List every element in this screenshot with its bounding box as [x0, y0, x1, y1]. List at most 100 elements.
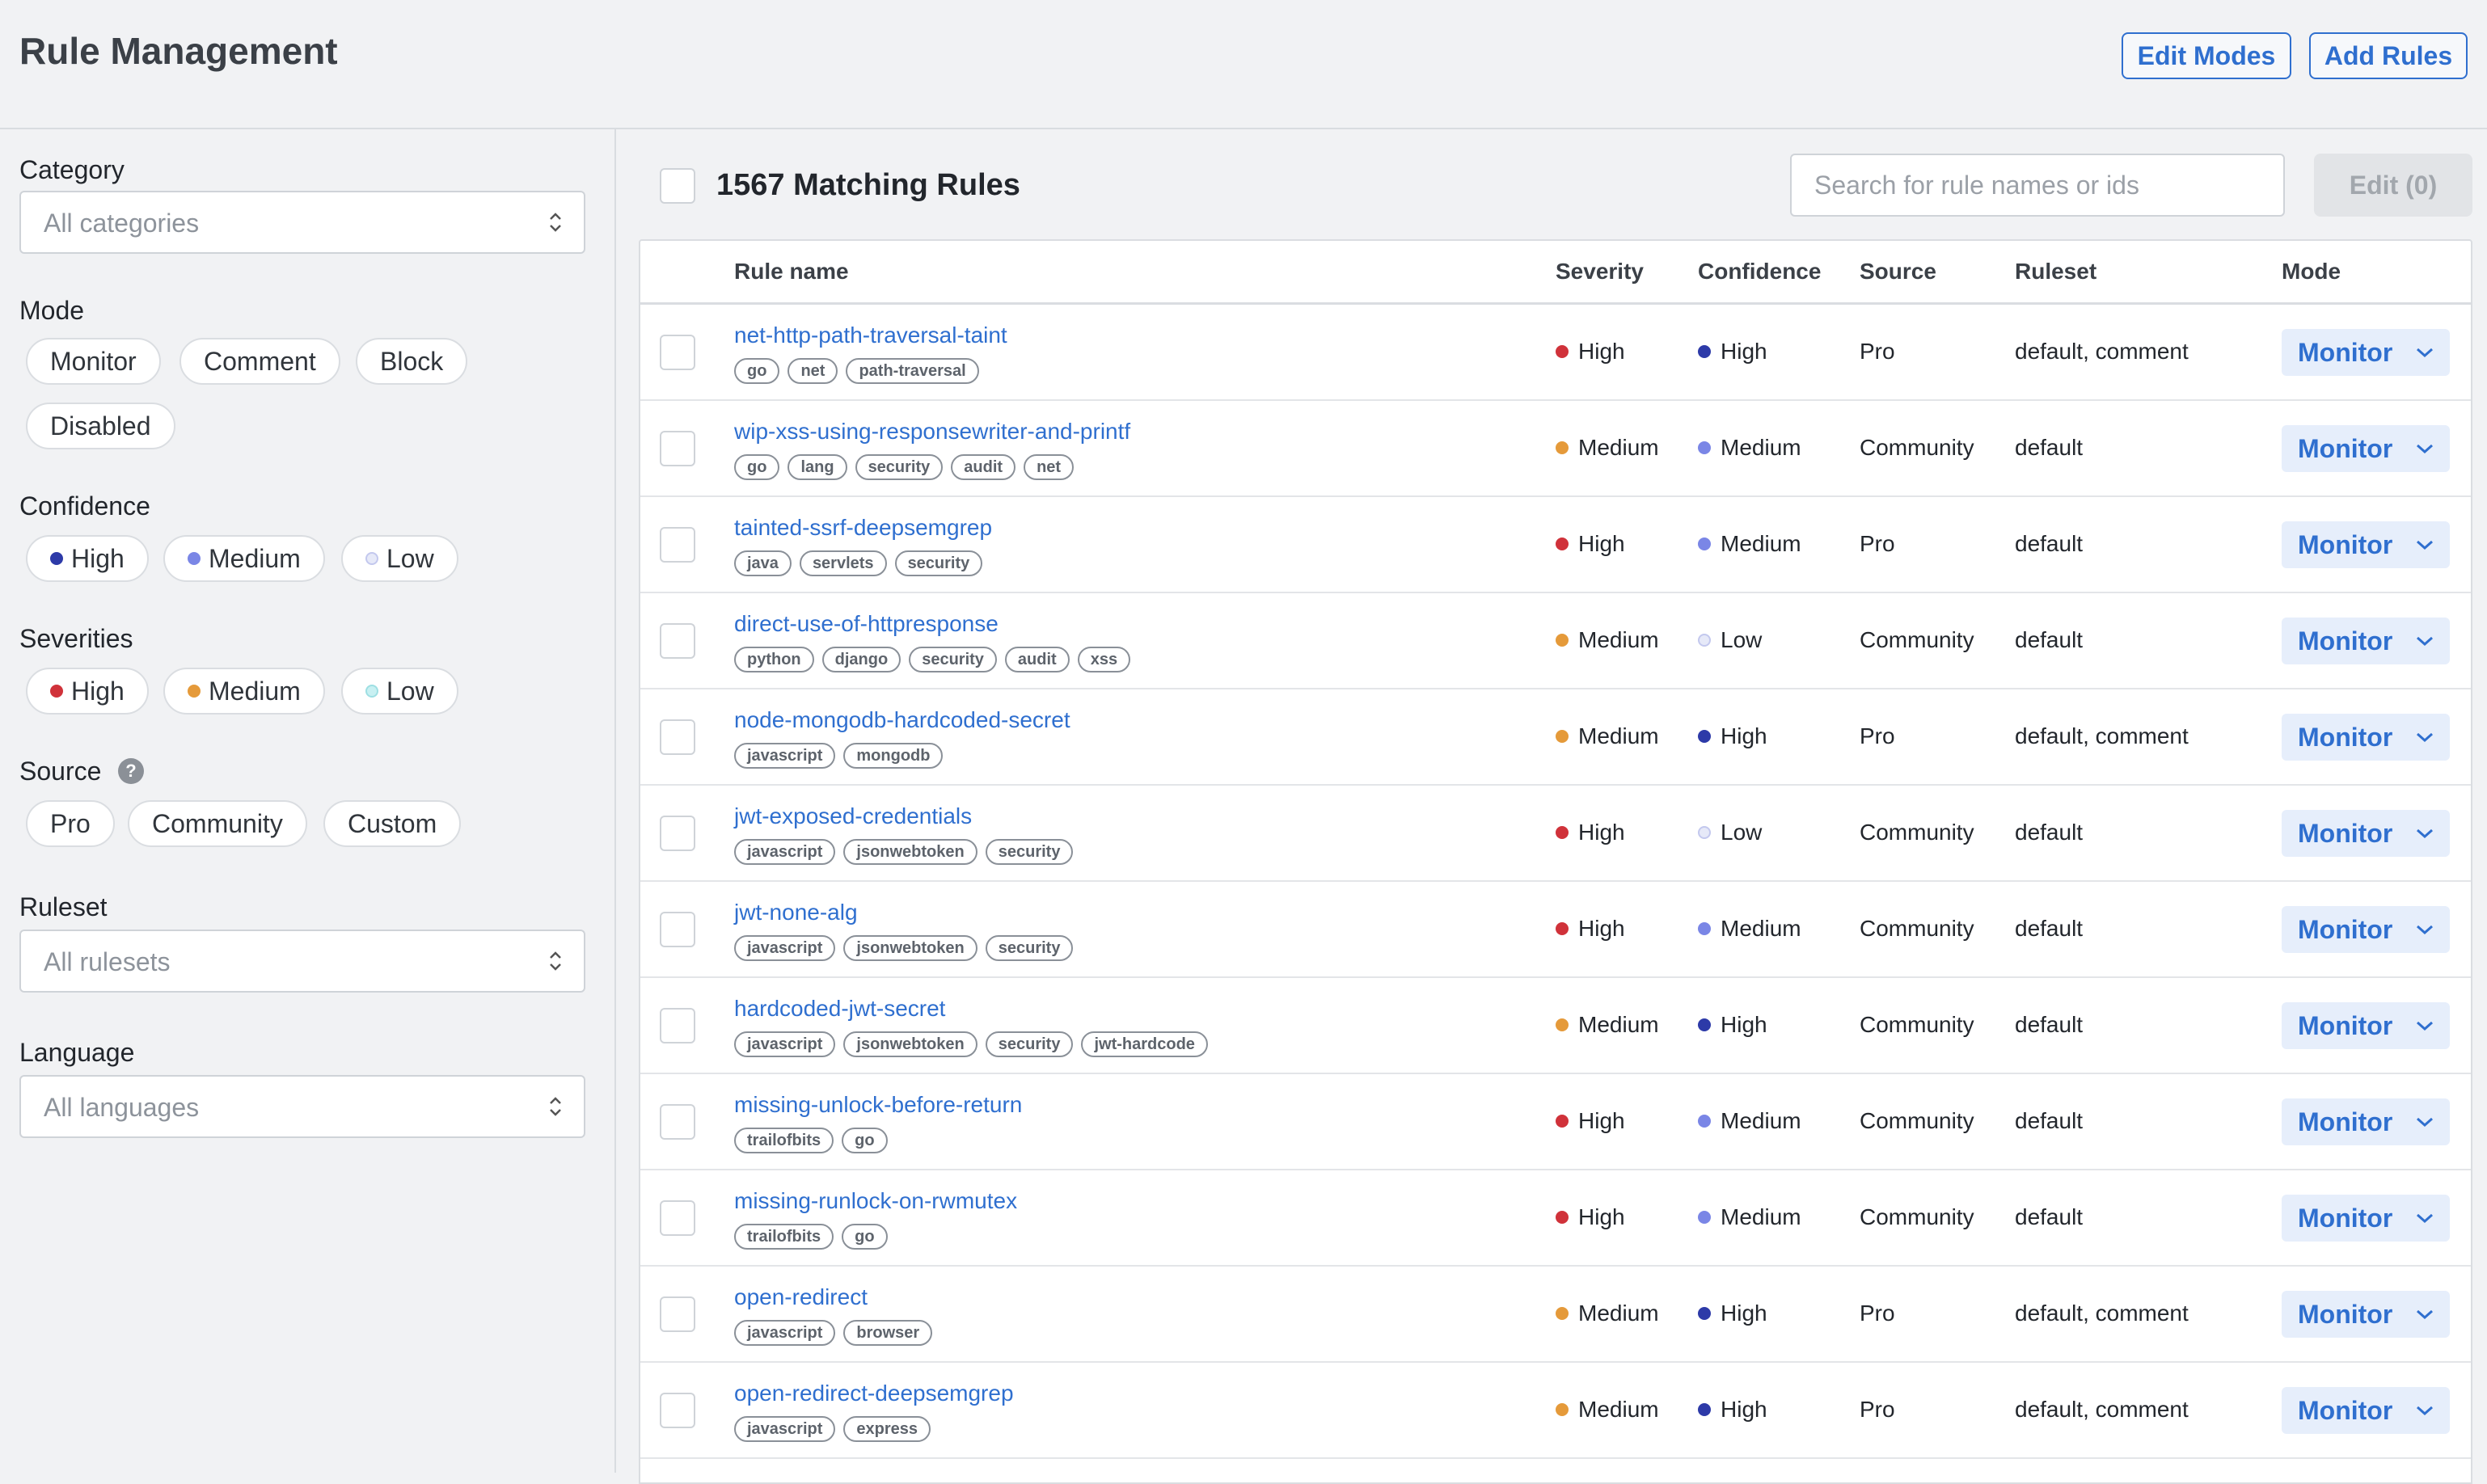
confidence-filter-high[interactable]: High: [26, 535, 149, 582]
mode-dropdown[interactable]: Monitor: [2282, 1195, 2450, 1242]
mode-dropdown[interactable]: Monitor: [2282, 618, 2450, 664]
rule-name-link[interactable]: missing-unlock-before-return: [734, 1092, 1022, 1118]
rule-name-link[interactable]: jwt-none-alg: [734, 900, 858, 925]
mode-filter-block[interactable]: Block: [356, 338, 468, 385]
severity-filter-medium[interactable]: Medium: [163, 668, 325, 715]
severity-filter-high[interactable]: High: [26, 668, 149, 715]
confidence-filter-low[interactable]: Low: [341, 535, 458, 582]
rule-name-link[interactable]: node-mongodb-hardcoded-secret: [734, 707, 1070, 733]
source-filter-custom[interactable]: Custom: [323, 800, 462, 847]
severity-value: Medium: [1578, 1012, 1659, 1037]
column-header-mode[interactable]: Mode: [2282, 259, 2341, 285]
severity-dot-icon: [1556, 730, 1569, 743]
tag: python: [734, 647, 814, 672]
rule-name-link[interactable]: open-redirect: [734, 1284, 868, 1310]
confidence-dot-icon: [1698, 826, 1711, 839]
mode-dropdown[interactable]: Monitor: [2282, 1002, 2450, 1049]
row-checkbox[interactable]: [660, 912, 695, 947]
rule-name-link[interactable]: wip-xss-using-responsewriter-and-printf: [734, 419, 1130, 445]
confidence-cell: Medium: [1698, 916, 1801, 942]
row-checkbox[interactable]: [660, 816, 695, 851]
row-checkbox[interactable]: [660, 1104, 695, 1140]
severity-cell: Medium: [1556, 723, 1659, 749]
select-all-checkbox[interactable]: [660, 168, 695, 204]
ruleset-value: default: [2015, 435, 2084, 460]
mode-dropdown[interactable]: Monitor: [2282, 810, 2450, 857]
mode-dropdown[interactable]: Monitor: [2282, 329, 2450, 376]
mode-dropdown[interactable]: Monitor: [2282, 521, 2450, 568]
column-header-source[interactable]: Source: [1860, 259, 1936, 285]
row-checkbox[interactable]: [660, 335, 695, 370]
category-select[interactable]: All categories: [19, 191, 585, 254]
row-checkbox[interactable]: [660, 1393, 695, 1428]
mode-dropdown[interactable]: Monitor: [2282, 425, 2450, 472]
severity-dot-icon: [1556, 1211, 1569, 1224]
sort-arrows-icon: [550, 1097, 561, 1116]
edit-button[interactable]: Edit (0): [2314, 154, 2472, 217]
mode-dropdown[interactable]: Monitor: [2282, 1387, 2450, 1434]
mode-filter-comment[interactable]: Comment: [179, 338, 340, 385]
confidence-dot-icon: [1698, 1211, 1711, 1224]
severity-dot-icon: [1556, 922, 1569, 935]
table-row: jwt-none-alg javascript jsonwebtoken secur…: [640, 882, 2471, 978]
chevron-down-icon: [2417, 828, 2433, 839]
confidence-dot-icon: [1698, 538, 1711, 550]
source-value: Community: [1860, 1012, 1974, 1037]
confidence-cell: Medium: [1698, 1204, 1801, 1230]
mode-dropdown[interactable]: Monitor: [2282, 1098, 2450, 1145]
rule-name-link[interactable]: direct-use-of-httpresponse: [734, 611, 999, 637]
rule-name-link[interactable]: tainted-ssrf-deepsemgrep: [734, 515, 992, 541]
chevron-down-icon: [2417, 1021, 2433, 1031]
mode-value: Monitor: [2298, 1010, 2393, 1040]
mode-dropdown[interactable]: Monitor: [2282, 906, 2450, 953]
rule-name-link[interactable]: open-redirect-deepsemgrep: [734, 1381, 1014, 1406]
table-row: net-http-path-traversal-taint go net path-…: [640, 305, 2471, 401]
rule-name-link[interactable]: missing-runlock-on-rwmutex: [734, 1188, 1017, 1214]
column-header-confidence[interactable]: Confidence: [1698, 259, 1821, 285]
tag: javascript: [734, 1031, 836, 1057]
confidence-value: Medium: [1721, 1108, 1801, 1133]
rule-name-link[interactable]: hardcoded-jwt-secret: [734, 996, 945, 1022]
ruleset-select[interactable]: All rulesets: [19, 930, 585, 993]
rule-tags: java servlets security: [734, 550, 983, 576]
rule-name-link[interactable]: net-http-path-traversal-taint: [734, 323, 1007, 348]
tag: security: [985, 1031, 1074, 1057]
severity-cell: Medium: [1556, 627, 1659, 653]
add-rules-button[interactable]: Add Rules: [2309, 32, 2468, 79]
mode-filter-disabled[interactable]: Disabled: [26, 403, 175, 449]
confidence-value: High: [1721, 1397, 1767, 1422]
table-row: open-redirect-deepsemgrep javascript expr…: [640, 1363, 2471, 1459]
severity-filter-label: High: [71, 676, 125, 706]
column-header-rule-name[interactable]: Rule name: [734, 259, 849, 285]
row-checkbox[interactable]: [660, 719, 695, 755]
rule-name-link[interactable]: jwt-exposed-credentials: [734, 803, 972, 829]
column-header-ruleset[interactable]: Ruleset: [2015, 259, 2096, 285]
table-row: node-mongodb-hardcoded-secret javascript…: [640, 689, 2471, 786]
row-checkbox[interactable]: [660, 1200, 695, 1236]
tag: path-traversal: [846, 358, 979, 384]
language-select[interactable]: All languages: [19, 1075, 585, 1138]
chevron-down-icon: [2417, 444, 2433, 454]
confidence-filter-medium[interactable]: Medium: [163, 535, 325, 582]
row-checkbox[interactable]: [660, 527, 695, 563]
rule-tags: javascript jsonwebtoken security: [734, 839, 1074, 865]
row-checkbox[interactable]: [660, 1008, 695, 1043]
top-bar: Rule Management Edit Modes Add Rules: [0, 0, 2487, 129]
mode-dropdown[interactable]: Monitor: [2282, 714, 2450, 761]
row-checkbox[interactable]: [660, 623, 695, 659]
row-checkbox[interactable]: [660, 431, 695, 466]
severity-dot-icon: [1556, 1307, 1569, 1320]
help-icon[interactable]: ?: [118, 758, 144, 784]
search-input[interactable]: [1790, 154, 2285, 217]
mode-dropdown[interactable]: Monitor: [2282, 1291, 2450, 1338]
mode-filter-monitor[interactable]: Monitor: [26, 338, 161, 385]
confidence-cell: Medium: [1698, 531, 1801, 557]
tag: mongodb: [843, 743, 944, 769]
severity-filter-low[interactable]: Low: [341, 668, 458, 715]
source-filter-pro[interactable]: Pro: [26, 800, 115, 847]
confidence-dot-icon: [1698, 345, 1711, 358]
edit-modes-button[interactable]: Edit Modes: [2122, 32, 2291, 79]
column-header-severity[interactable]: Severity: [1556, 259, 1644, 285]
row-checkbox[interactable]: [660, 1296, 695, 1332]
source-filter-community[interactable]: Community: [128, 800, 307, 847]
